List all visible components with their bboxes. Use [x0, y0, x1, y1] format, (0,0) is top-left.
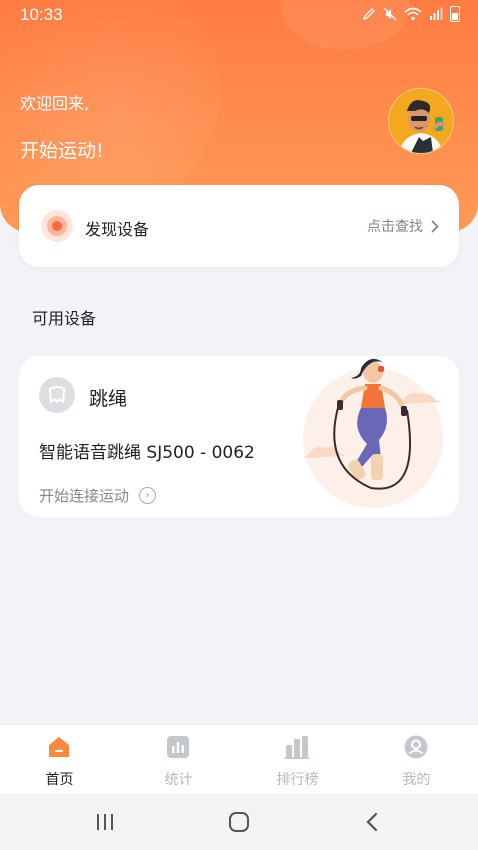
- start-text: 开始运动!: [20, 140, 104, 162]
- find-device-label: 点击查找: [367, 219, 423, 235]
- tab-home[interactable]: 首页: [0, 725, 119, 795]
- start-connect-link[interactable]: 开始连接运动 ›: [39, 485, 157, 506]
- find-device-link[interactable]: 点击查找: [367, 216, 439, 236]
- signal-icon: [430, 7, 443, 20]
- ranking-icon: [285, 736, 309, 759]
- tab-home-label: 首页: [45, 772, 74, 788]
- home-icon: [49, 737, 69, 757]
- chevron-right-icon: [431, 220, 439, 232]
- recent-apps-icon: [97, 814, 113, 830]
- device-name: 跳绳: [89, 388, 128, 410]
- tab-ranking[interactable]: 排行榜: [238, 725, 357, 795]
- tab-stats[interactable]: 统计: [119, 725, 238, 795]
- home-circle-icon: [229, 812, 249, 832]
- device-model: 智能语音跳绳 SJ500 - 0062: [39, 443, 255, 463]
- mute-icon: [383, 7, 397, 21]
- status-bar: 10:33: [0, 0, 478, 30]
- recent-apps-button[interactable]: [85, 808, 125, 836]
- status-icons: [362, 6, 460, 22]
- stats-icon: [167, 736, 189, 758]
- tab-stats-label: 统计: [164, 772, 193, 788]
- radar-icon: [41, 210, 73, 242]
- status-time: 10:33: [20, 5, 63, 24]
- avatar-illustration: [389, 89, 453, 153]
- home-nav-button[interactable]: [219, 808, 259, 836]
- discover-title: 发现设备: [85, 220, 150, 239]
- back-button[interactable]: [352, 808, 392, 836]
- discover-device-card[interactable]: 发现设备 点击查找: [19, 185, 459, 267]
- circle-chevron-icon: ›: [139, 487, 157, 504]
- tab-profile-label: 我的: [402, 772, 431, 788]
- bottom-tab-bar: 首页 统计 排行榜 我的: [0, 724, 478, 795]
- system-navigation-bar: [0, 794, 478, 850]
- wifi-icon: [404, 7, 422, 21]
- welcome-text: 欢迎回来,: [20, 94, 90, 113]
- profile-icon: [404, 735, 428, 759]
- available-devices-heading: 可用设备: [32, 309, 97, 328]
- jump-rope-illustration: [303, 358, 443, 508]
- tab-ranking-label: 排行榜: [276, 772, 319, 788]
- back-icon: [366, 812, 378, 832]
- edit-icon: [362, 8, 375, 21]
- device-card[interactable]: 跳绳 智能语音跳绳 SJ500 - 0062 开始连接运动 ›: [19, 356, 459, 517]
- avatar[interactable]: [388, 88, 454, 154]
- tab-profile[interactable]: 我的: [357, 725, 476, 795]
- start-connect-label: 开始连接运动: [39, 487, 130, 505]
- jump-rope-icon: [39, 377, 75, 413]
- battery-icon: [450, 6, 460, 22]
